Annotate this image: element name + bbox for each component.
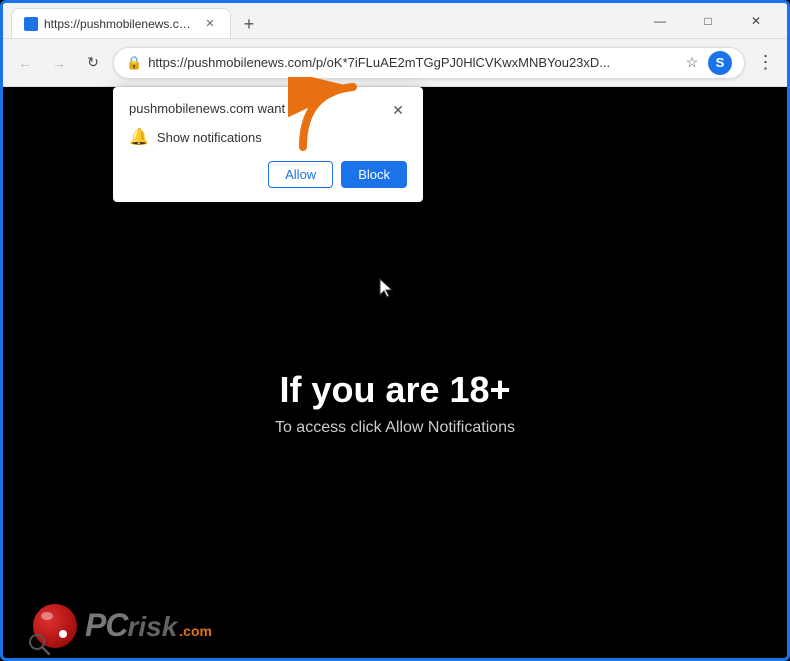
- new-tab-button[interactable]: +: [235, 10, 263, 38]
- window-controls: — □ ✕: [637, 3, 779, 39]
- bookmark-button[interactable]: ☆: [680, 51, 704, 75]
- browser-window: https://pushmobilenews.com/p/... ✕ + — □…: [0, 0, 790, 661]
- pcrisk-text-wrap: PC risk .com: [85, 609, 212, 643]
- address-bar: ← → ↻ 🔒 https://pushmobilenews.com/p/oK*…: [3, 39, 787, 87]
- close-button[interactable]: ✕: [733, 3, 779, 39]
- address-icons: ☆ S: [680, 51, 732, 75]
- profile-icon[interactable]: S: [708, 51, 732, 75]
- pcrisk-ball-reflect: [41, 612, 53, 620]
- forward-button[interactable]: →: [45, 49, 73, 77]
- block-button[interactable]: Block: [341, 161, 407, 188]
- address-input[interactable]: 🔒 https://pushmobilenews.com/p/oK*7iFLuA…: [113, 47, 745, 79]
- pcrisk-ball-dot: [59, 630, 67, 638]
- allow-button[interactable]: Allow: [268, 161, 333, 188]
- back-button[interactable]: ←: [11, 49, 39, 77]
- active-tab[interactable]: https://pushmobilenews.com/p/... ✕: [11, 8, 231, 38]
- page-main-text: If you are 18+: [275, 369, 515, 411]
- pcrisk-dotcom: .com: [179, 623, 212, 639]
- refresh-button[interactable]: ↻: [79, 49, 107, 77]
- notification-popup: pushmobilenews.com want ✕ 🔔 Show notific…: [113, 87, 423, 202]
- popup-close-button[interactable]: ✕: [389, 101, 407, 119]
- maximize-button[interactable]: □: [685, 3, 731, 39]
- magnifier-icon: [29, 634, 51, 656]
- lock-icon: 🔒: [126, 55, 142, 71]
- notification-label: Show notifications: [157, 130, 262, 145]
- pcrisk-letters: PC: [85, 609, 127, 641]
- tab-title: https://pushmobilenews.com/p/...: [44, 17, 196, 31]
- popup-actions: Allow Block: [129, 161, 407, 188]
- bell-icon: 🔔: [129, 127, 149, 147]
- more-button[interactable]: ⋮: [751, 49, 779, 77]
- pcrisk-suffix: risk: [127, 611, 177, 643]
- minimize-button[interactable]: —: [637, 3, 683, 39]
- page-sub-text: To access click Allow Notifications: [275, 419, 515, 437]
- title-bar: https://pushmobilenews.com/p/... ✕ + — □…: [3, 3, 787, 39]
- webpage: pushmobilenews.com want ✕ 🔔 Show notific…: [3, 87, 787, 658]
- tab-close-button[interactable]: ✕: [202, 16, 218, 32]
- tab-favicon: [24, 17, 38, 31]
- tabs-area: https://pushmobilenews.com/p/... ✕ +: [11, 3, 637, 38]
- arrow-graphic: [288, 77, 368, 162]
- address-text: https://pushmobilenews.com/p/oK*7iFLuAE2…: [148, 55, 674, 70]
- cursor: [378, 277, 396, 304]
- pcrisk-logo: PC risk .com: [33, 604, 212, 648]
